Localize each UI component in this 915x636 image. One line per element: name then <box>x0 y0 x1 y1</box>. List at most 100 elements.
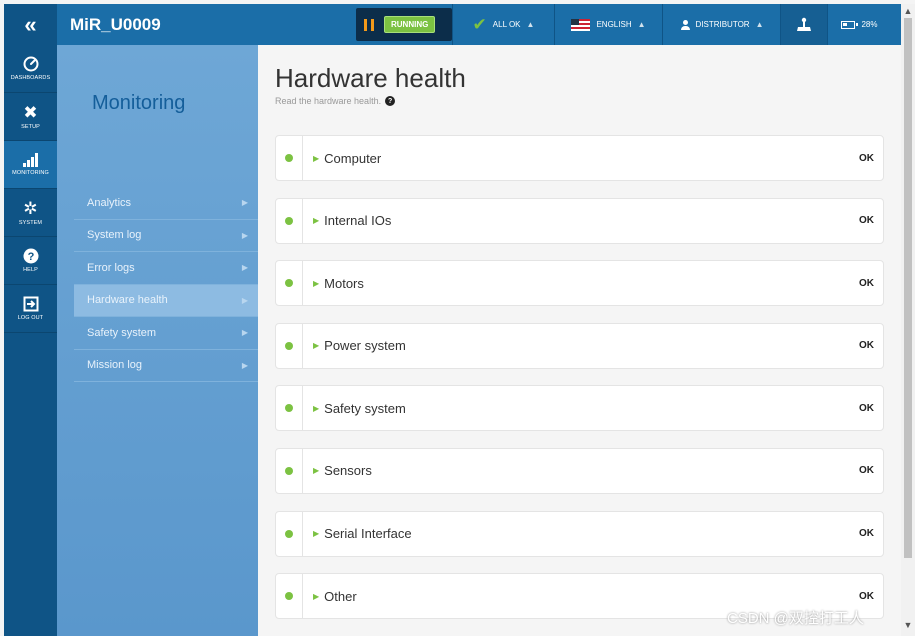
hardware-name: Motors <box>324 275 364 291</box>
expand-arrow-icon[interactable]: ▶ <box>313 529 319 538</box>
submenu-item-label: Mission log <box>87 359 143 372</box>
status-dot-icon <box>285 404 293 413</box>
scroll-down-icon[interactable]: ▼ <box>901 620 915 630</box>
user-role-label: DISTRIBUTOR <box>695 20 750 29</box>
caret-up-icon: ▲ <box>755 20 764 29</box>
running-status-badge: RUNNING <box>384 16 436 33</box>
question-icon: ? <box>23 248 38 264</box>
expand-arrow-icon[interactable]: ▶ <box>313 154 319 163</box>
main-nav: DASHBOARDS ✖ SETUP MONITORING ✲ SYSTEM ?… <box>4 45 57 636</box>
hardware-row-safety-system[interactable]: ▶ Safety system OK <box>275 385 884 432</box>
status-cell <box>276 448 303 493</box>
status-dot-icon <box>285 592 293 601</box>
nav-help-label: HELP <box>23 267 38 273</box>
expand-arrow-icon[interactable]: ▶ <box>313 404 319 413</box>
status-cell <box>276 136 303 180</box>
caret-up-icon: ▲ <box>526 20 535 29</box>
language-dropdown[interactable]: ENGLISH ▲ <box>554 4 662 45</box>
status-dot-icon <box>285 154 293 162</box>
chevron-right-icon: ▶ <box>241 198 248 208</box>
svg-text:?: ? <box>27 251 34 263</box>
main-content: Hardware health Read the hardware health… <box>258 45 901 636</box>
expand-arrow-icon[interactable]: ▶ <box>313 592 319 601</box>
hardware-row-serial-interface[interactable]: ▶ Serial Interface OK <box>275 510 884 557</box>
page-title: Hardware health <box>275 63 466 93</box>
expand-arrow-icon[interactable]: ▶ <box>313 216 319 225</box>
status-dot-icon <box>285 216 293 225</box>
hardware-row-motors[interactable]: ▶ Motors OK <box>275 260 884 307</box>
page-subtitle: Read the hardware health. ? <box>275 96 396 106</box>
top-bar: « MiR_U0009 RUNNING ✔ ALL OK ▲ ENGLISH ▲… <box>4 4 901 45</box>
help-icon[interactable]: ? <box>385 96 396 106</box>
user-dropdown[interactable]: DISTRIBUTOR ▲ <box>662 4 780 45</box>
health-status-label: ALL OK <box>492 20 521 29</box>
nav-setup[interactable]: ✖ SETUP <box>4 93 57 141</box>
battery-percent: 28% <box>861 20 878 29</box>
nav-logout[interactable]: LOG OUT <box>4 285 57 333</box>
hardware-name: Serial Interface <box>324 526 412 542</box>
submenu-title: Monitoring <box>92 92 186 114</box>
user-icon <box>680 19 690 30</box>
hardware-status: OK <box>859 277 874 289</box>
hardware-row-computer[interactable]: ▶ Computer OK <box>275 135 884 181</box>
nav-setup-label: SETUP <box>21 123 40 130</box>
status-cell <box>276 261 303 306</box>
nav-monitoring[interactable]: MONITORING <box>4 141 57 189</box>
status-cell <box>276 198 303 243</box>
chevron-right-icon: ▶ <box>241 328 248 338</box>
hardware-status: OK <box>859 590 874 602</box>
collapse-menu-button[interactable]: « <box>4 4 57 45</box>
battery-icon <box>841 20 859 29</box>
pause-icon[interactable] <box>364 18 374 31</box>
nav-system-label: SYSTEM <box>18 219 43 226</box>
status-cell <box>276 386 303 431</box>
battery-indicator: 28% <box>827 4 891 45</box>
joystick-button[interactable] <box>780 4 827 45</box>
nav-dashboards[interactable]: DASHBOARDS <box>4 45 57 93</box>
expand-arrow-icon[interactable]: ▶ <box>313 279 319 288</box>
submenu-item-error-logs[interactable]: Error logs ▶ <box>74 252 258 285</box>
page-subtitle-text: Read the hardware health. <box>275 96 382 106</box>
expand-arrow-icon[interactable]: ▶ <box>313 466 319 475</box>
scroll-up-icon[interactable]: ▲ <box>901 6 915 16</box>
status-dot-icon <box>285 466 293 475</box>
robot-name: MiR_U0009 <box>70 14 161 34</box>
health-status-dropdown[interactable]: ✔ ALL OK ▲ <box>452 4 554 45</box>
submenu-item-system-log[interactable]: System log ▶ <box>74 220 258 252</box>
hardware-name: Internal IOs <box>324 213 392 229</box>
app-frame: « MiR_U0009 RUNNING ✔ ALL OK ▲ ENGLISH ▲… <box>0 0 915 636</box>
expand-arrow-icon[interactable]: ▶ <box>313 341 319 350</box>
chevron-right-icon: ▶ <box>241 230 248 240</box>
hardware-list: ▶ Computer OK ▶ Internal IOs OK ▶ Motors… <box>275 135 884 636</box>
hardware-row-sensors[interactable]: ▶ Sensors OK <box>275 447 884 494</box>
hardware-row-power-system[interactable]: ▶ Power system OK <box>275 322 884 369</box>
submenu-panel: Monitoring Analytics ▶ System log ▶ Erro… <box>57 45 258 636</box>
hardware-status: OK <box>859 465 874 477</box>
nav-monitoring-label: MONITORING <box>12 170 49 176</box>
hardware-name: Other <box>324 588 357 604</box>
nav-system[interactable]: ✲ SYSTEM <box>4 189 57 237</box>
page-scrollbar[interactable]: ▲ ▼ <box>901 4 915 636</box>
submenu-item-analytics[interactable]: Analytics ▶ <box>74 187 258 220</box>
submenu-item-hardware-health[interactable]: Hardware health ▶ <box>74 284 258 317</box>
submenu-item-mission-log[interactable]: Mission log ▶ <box>74 350 258 382</box>
robot-status-control[interactable]: RUNNING <box>356 8 452 41</box>
bar-chart-icon <box>23 153 38 167</box>
hardware-status: OK <box>859 528 874 540</box>
chevron-right-icon: ▶ <box>241 360 248 370</box>
status-cell <box>276 574 303 619</box>
hardware-row-internal-ios[interactable]: ▶ Internal IOs OK <box>275 197 884 244</box>
hardware-status: OK <box>859 215 874 227</box>
hardware-name: Sensors <box>324 463 372 479</box>
hardware-status: OK <box>859 152 874 164</box>
scroll-thumb[interactable] <box>904 18 912 558</box>
hardware-name: Computer <box>324 150 382 166</box>
nav-help[interactable]: ? HELP <box>4 237 57 285</box>
submenu-item-safety-system[interactable]: Safety system ▶ <box>74 317 258 350</box>
status-cell <box>276 323 303 368</box>
joystick-icon <box>797 17 811 31</box>
checkmark-icon: ✔ <box>472 15 487 34</box>
tools-icon: ✖ <box>23 102 38 122</box>
status-cell <box>276 511 303 556</box>
submenu-item-label: Safety system <box>87 326 157 339</box>
